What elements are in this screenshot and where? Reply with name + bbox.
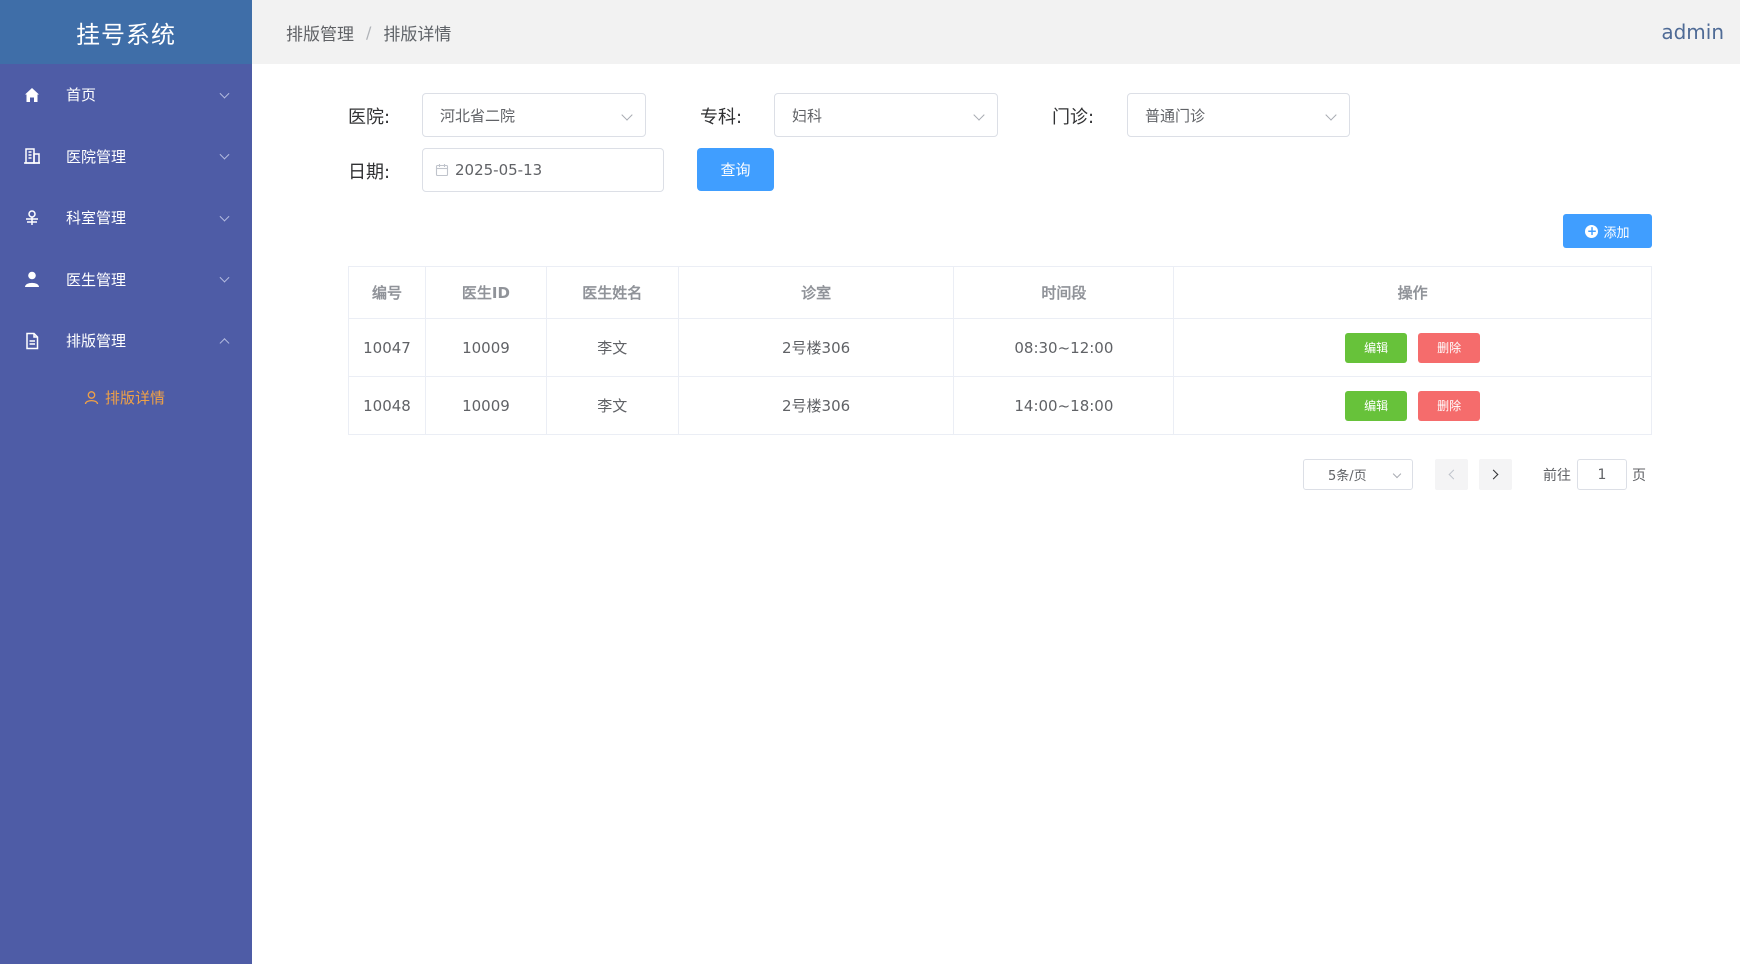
cell-actions: 编辑 删除 [1173, 376, 1652, 435]
column-header-doctor-id: 医生ID [424, 266, 547, 319]
delete-button[interactable]: 删除 [1418, 332, 1481, 363]
cell-id: 10048 [348, 376, 426, 435]
hospital-label: 医院: [348, 107, 391, 128]
chevron-down-icon [621, 109, 633, 121]
chevron-right-icon [1488, 469, 1499, 480]
person-outline-icon [84, 390, 99, 405]
sidebar-item-label: 排版管理 [66, 332, 127, 351]
header-bar: 排版管理 / 排版详情 admin [252, 0, 1740, 64]
user-name[interactable]: admin [1661, 20, 1724, 44]
cell-room: 2号楼306 [677, 318, 955, 377]
specialty-select-value: 妇科 [792, 106, 823, 125]
app-logo-title: 挂号系统 [0, 0, 252, 64]
chevron-down-icon [219, 272, 230, 283]
sidebar: 挂号系统 首页 医院管理 科室管理 医生管理 排版管理 排版详情 [0, 0, 252, 964]
specialty-label: 专科: [700, 107, 743, 128]
next-page-button[interactable] [1479, 459, 1512, 490]
cell-time: 08:30~12:00 [953, 318, 1175, 377]
query-button[interactable]: 查询 [697, 148, 774, 191]
table-row: 10047 10009 李文 2号楼306 08:30~12:00 编辑 删除 [348, 318, 1652, 377]
add-button-label: 添加 [1603, 225, 1630, 241]
sidebar-item-label: 医院管理 [66, 147, 127, 166]
date-picker[interactable]: 2025-05-13 [422, 148, 664, 192]
column-header-actions: 操作 [1173, 266, 1652, 319]
goto-page-input[interactable] [1577, 459, 1627, 490]
user-icon [22, 269, 42, 289]
sidebar-item-label: 首页 [66, 86, 97, 105]
edit-button[interactable]: 编辑 [1345, 390, 1408, 421]
sidebar-subitem-schedule-detail[interactable]: 排版详情 [0, 372, 252, 424]
column-header-id: 编号 [348, 266, 426, 319]
sidebar-subitem-label: 排版详情 [105, 389, 166, 407]
home-icon [22, 85, 42, 105]
page-size-value: 5条/页 [1328, 469, 1367, 484]
breadcrumb: 排版管理 / 排版详情 [286, 20, 451, 45]
clinic-select[interactable]: 普通门诊 [1127, 93, 1350, 137]
chevron-down-icon [219, 88, 230, 99]
breadcrumb-parent[interactable]: 排版管理 [286, 20, 354, 45]
goto-prefix: 前往 [1543, 468, 1571, 484]
schedule-table: 编号 医生ID 医生姓名 诊室 时间段 操作 10047 10009 李文 2号… [348, 266, 1652, 435]
sidebar-item-schedule[interactable]: 排版管理 [0, 310, 252, 372]
cell-doctor-id: 10009 [424, 376, 547, 435]
sidebar-item-label: 科室管理 [66, 209, 127, 228]
add-button[interactable]: + 添加 [1563, 214, 1652, 248]
breadcrumb-separator: / [366, 22, 372, 42]
chevron-up-icon [219, 337, 230, 348]
hospital-select-value: 河北省二院 [440, 106, 516, 125]
chevron-down-icon [973, 109, 985, 121]
cell-actions: 编辑 删除 [1173, 318, 1652, 377]
clinic-label: 门诊: [1052, 107, 1095, 128]
building-icon [22, 146, 42, 166]
specialty-select[interactable]: 妇科 [774, 93, 998, 137]
column-header-doctor-name: 医生姓名 [545, 266, 679, 319]
department-icon [22, 208, 42, 228]
chevron-down-icon [1392, 469, 1402, 479]
date-value: 2025-05-13 [455, 161, 543, 179]
cell-doctor-id: 10009 [424, 318, 547, 377]
sidebar-item-doctor[interactable]: 医生管理 [0, 249, 252, 311]
sidebar-item-department[interactable]: 科室管理 [0, 187, 252, 249]
column-header-time: 时间段 [953, 266, 1175, 319]
goto-suffix: 页 [1632, 468, 1646, 484]
table-header-row: 编号 医生ID 医生姓名 诊室 时间段 操作 [348, 266, 1652, 319]
sidebar-item-hospital[interactable]: 医院管理 [0, 126, 252, 188]
table-row: 10048 10009 李文 2号楼306 14:00~18:00 编辑 删除 [348, 376, 1652, 435]
hospital-select[interactable]: 河北省二院 [422, 93, 646, 137]
chevron-left-icon [1448, 469, 1459, 480]
page-size-select[interactable]: 5条/页 [1303, 459, 1413, 490]
chevron-down-icon [219, 211, 230, 222]
document-icon [22, 331, 42, 351]
cell-time: 14:00~18:00 [953, 376, 1175, 435]
clinic-select-value: 普通门诊 [1145, 106, 1206, 125]
sidebar-item-home[interactable]: 首页 [0, 64, 252, 126]
delete-button[interactable]: 删除 [1418, 390, 1481, 421]
date-label: 日期: [348, 162, 391, 183]
breadcrumb-current: 排版详情 [383, 24, 452, 45]
calendar-icon [435, 163, 449, 177]
cell-id: 10047 [348, 318, 426, 377]
cell-doctor-name: 李文 [545, 318, 679, 377]
cell-doctor-name: 李文 [545, 376, 679, 435]
prev-page-button[interactable] [1435, 459, 1468, 490]
edit-button[interactable]: 编辑 [1345, 332, 1408, 363]
cell-room: 2号楼306 [677, 376, 955, 435]
chevron-down-icon [219, 149, 230, 160]
chevron-down-icon [1325, 109, 1337, 121]
column-header-room: 诊室 [677, 266, 955, 319]
sidebar-item-label: 医生管理 [66, 270, 127, 289]
plus-circle-icon: + [1585, 223, 1599, 238]
